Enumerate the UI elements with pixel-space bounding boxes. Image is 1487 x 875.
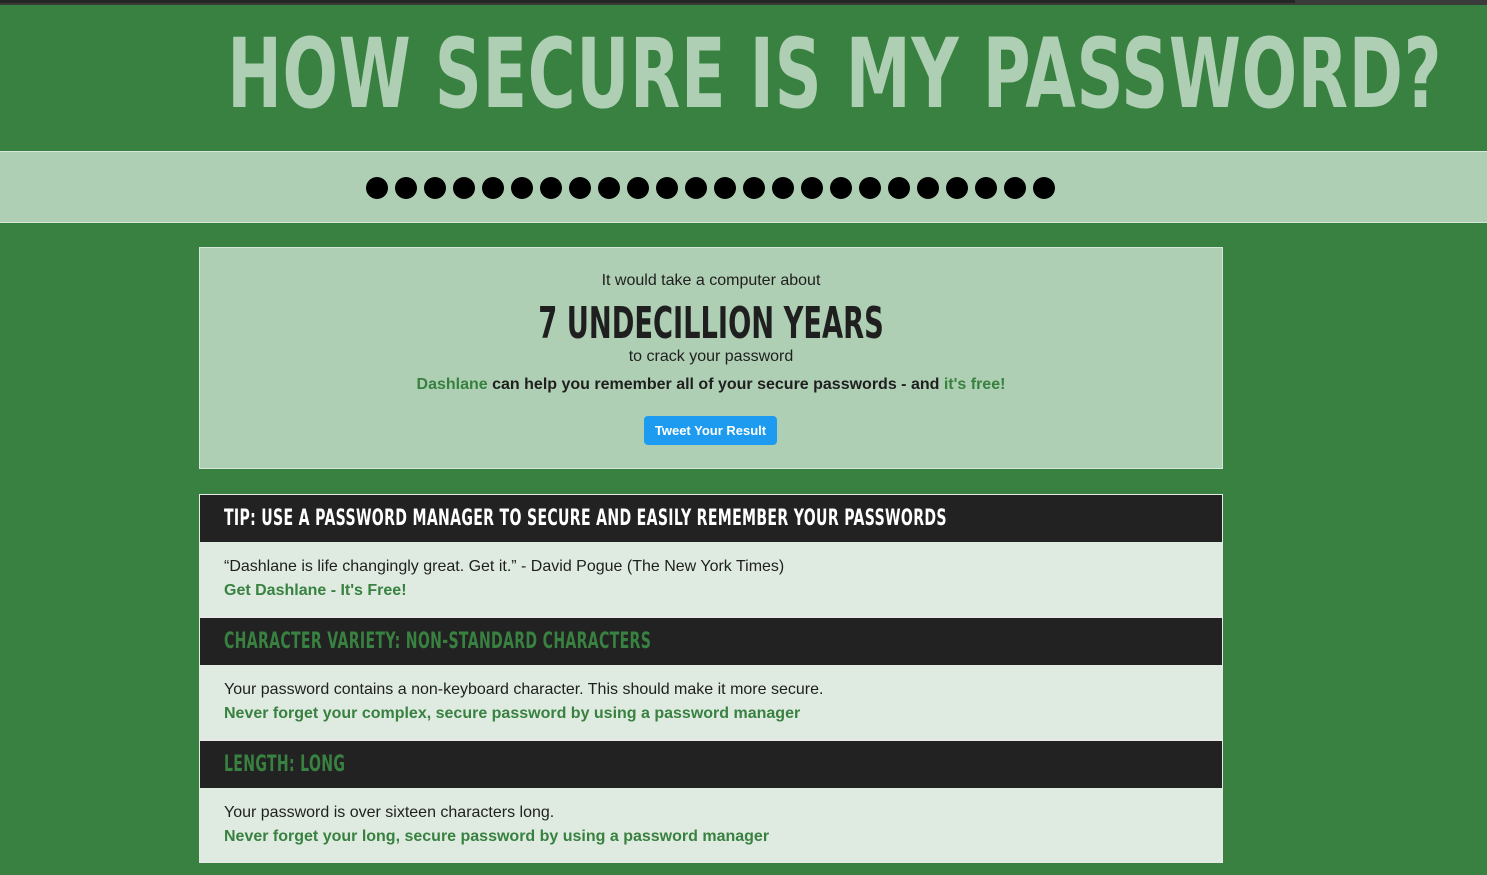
tip-heading-text: CHARACTER VARIETY: NON-STANDARD CHARACTE…: [224, 629, 652, 654]
tip-link-long-password[interactable]: Never forget your long, secure password …: [224, 828, 769, 846]
result-intro: It would take a computer about: [601, 272, 821, 289]
password-mask-dots: [366, 177, 1055, 201]
password-dot: [569, 177, 591, 199]
password-dot: [482, 177, 504, 199]
tip-body-password-manager: “Dashlane is life changingly great. Get …: [199, 542, 1223, 617]
free-link[interactable]: it's free!: [944, 376, 1006, 393]
password-dot: [1033, 177, 1055, 199]
password-dot: [772, 177, 794, 199]
tip-text: Your password contains a non-keyboard ch…: [224, 681, 824, 698]
result-panel: It would take a computer about 7 UNDECIL…: [199, 247, 1223, 469]
dashlane-link[interactable]: Dashlane: [417, 376, 488, 393]
page-title: HOW SECURE IS MY PASSWORD?: [227, 18, 1443, 130]
result-outro: to crack your password: [628, 348, 794, 365]
password-dot: [1004, 177, 1026, 199]
tip-link-get-dashlane[interactable]: Get Dashlane - It's Free!: [224, 582, 407, 600]
tip-text: “Dashlane is life changingly great. Get …: [224, 558, 785, 575]
tip-text: Your password is over sixteen characters…: [224, 804, 555, 821]
password-dot: [511, 177, 533, 199]
password-dot: [395, 177, 417, 199]
browser-top-edge: [0, 0, 1487, 5]
tip-link-complex-password[interactable]: Never forget your complex, secure passwo…: [224, 705, 800, 723]
password-dot: [859, 177, 881, 199]
tip-heading-character-variety: CHARACTER VARIETY: NON-STANDARD CHARACTE…: [199, 617, 1223, 665]
password-dot: [424, 177, 446, 199]
password-dot: [743, 177, 765, 199]
tip-body-length: Your password is over sixteen characters…: [199, 788, 1223, 863]
crack-time: 7 UNDECILLION YEARS: [538, 298, 884, 349]
password-dot: [801, 177, 823, 199]
tip-heading-password-manager: TIP: USE A PASSWORD MANAGER TO SECURE AN…: [199, 494, 1223, 542]
password-dot: [453, 177, 475, 199]
password-dot: [598, 177, 620, 199]
tips-list: TIP: USE A PASSWORD MANAGER TO SECURE AN…: [199, 494, 1223, 863]
password-dot: [917, 177, 939, 199]
browser-top-edge-inner: [0, 0, 1295, 3]
password-dot: [685, 177, 707, 199]
tip-heading-text: TIP: USE A PASSWORD MANAGER TO SECURE AN…: [224, 506, 947, 531]
password-dot: [888, 177, 910, 199]
password-dot: [540, 177, 562, 199]
dashlane-promo: Dashlane can help you remember all of yo…: [200, 376, 1222, 394]
tip-body-character-variety: Your password contains a non-keyboard ch…: [199, 665, 1223, 740]
password-dot: [656, 177, 678, 199]
password-dot: [627, 177, 649, 199]
promo-text: can help you remember all of your secure…: [487, 376, 944, 393]
password-dot: [366, 177, 388, 199]
password-dot: [714, 177, 736, 199]
password-dot: [946, 177, 968, 199]
tip-heading-text: LENGTH: LONG: [224, 752, 346, 777]
password-dot: [830, 177, 852, 199]
tweet-result-button[interactable]: Tweet Your Result: [644, 416, 777, 445]
tip-heading-length: LENGTH: LONG: [199, 740, 1223, 788]
password-dot: [975, 177, 997, 199]
